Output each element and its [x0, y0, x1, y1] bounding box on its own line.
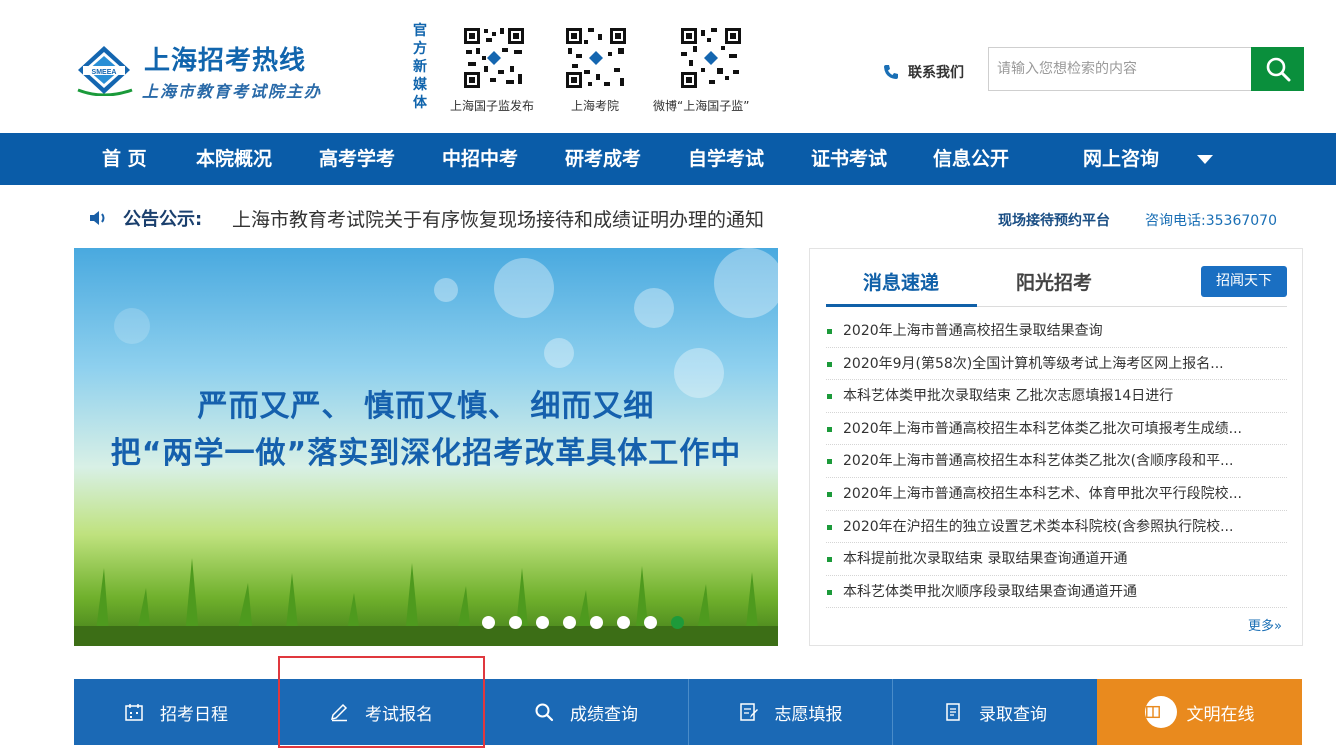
tab-news-express[interactable]: 消息速递	[863, 268, 939, 295]
main-nav: 首 页 本院概况 高考学考 中招中考 研考成考 自学考试 证书考试 信息公开 网…	[0, 133, 1336, 185]
news-item[interactable]: 2020年在沪招生的独立设置艺术类本科院校(含参照执行院校...	[826, 511, 1287, 544]
service-exam-schedule-button[interactable]: 招考日程	[74, 679, 278, 745]
hotline-text: 咨询电话:35367070	[1145, 213, 1277, 229]
news-item[interactable]: 本科提前批次录取结束 录取结果查询通道开通	[826, 543, 1287, 576]
carousel-dot[interactable]	[590, 616, 603, 629]
tab-active-underline	[826, 304, 977, 307]
qrcode-weibo-icon[interactable]	[679, 26, 743, 90]
nav-item-info-public[interactable]: 信息公开	[933, 133, 1009, 185]
service-civilized-online-button[interactable]: 文明在线	[1097, 679, 1302, 745]
nav-item-certificate[interactable]: 证书考试	[811, 133, 887, 185]
news-list: 2020年上海市普通高校招生录取结果查询 2020年9月(第58次)全国计算机等…	[826, 315, 1287, 609]
carousel-dots	[482, 616, 698, 629]
qrcode-guozijian-icon[interactable]	[462, 26, 526, 90]
banner-headline-2: 把“两学一做”落实到深化招考改革具体工作中	[110, 436, 742, 471]
notice-headline-link[interactable]: 上海市教育考试院关于有序恢复现场接待和成绩证明办理的通知	[232, 205, 764, 232]
search-icon	[1266, 57, 1290, 82]
svg-text:SMEEA: SMEEA	[92, 69, 117, 76]
logo-emblem-icon: SMEEA	[77, 46, 133, 96]
service-exam-registration-button[interactable]: 考试报名	[278, 679, 483, 745]
tab-sunshine-admission[interactable]: 阳光招考	[1016, 268, 1092, 295]
service-label: 招考日程	[160, 704, 228, 725]
banner-carousel[interactable]: 严而又严、 慎而又慎、 细而又细 把“两学一做”落实到深化招考改革具体工作中	[74, 248, 778, 646]
contact-us-label: 联系我们	[908, 65, 964, 81]
carousel-dot[interactable]	[509, 616, 522, 629]
pencil-icon	[330, 703, 348, 722]
qrcode-caption: 微博“上海国子监”	[653, 99, 750, 113]
search-icon	[535, 703, 554, 722]
nav-item-zhongkao[interactable]: 中招中考	[442, 133, 518, 185]
service-label: 考试报名	[365, 704, 433, 725]
news-item[interactable]: 2020年上海市普通高校招生录取结果查询	[826, 315, 1287, 348]
nav-item-about[interactable]: 本院概况	[196, 133, 272, 185]
search-box	[988, 47, 1251, 91]
news-item[interactable]: 本科艺体类甲批次录取结束 乙批次志愿填报14日进行	[826, 380, 1287, 413]
service-label: 成绩查询	[570, 704, 638, 725]
qrcode-caption: 上海考院	[571, 99, 620, 113]
news-panel: 消息速递 阳光招考 招闻天下 2020年上海市普通高校招生录取结果查询 2020…	[809, 248, 1303, 646]
service-label: 录取查询	[979, 704, 1047, 725]
notice-label: 公告公示:	[123, 209, 203, 230]
news-item[interactable]: 2020年上海市普通高校招生本科艺体类乙批次可填报考生成绩...	[826, 413, 1287, 446]
carousel-dot[interactable]	[644, 616, 657, 629]
reception-booking-link[interactable]: 现场接待预约平台	[998, 210, 1110, 230]
carousel-dot[interactable]	[536, 616, 549, 629]
edit-form-icon	[739, 703, 758, 721]
phone-icon	[884, 65, 898, 79]
search-input[interactable]	[989, 48, 1251, 90]
carousel-dot[interactable]	[563, 616, 576, 629]
nav-item-online-consult[interactable]: 网上咨询	[1083, 133, 1159, 185]
service-volunteer-form-button[interactable]: 志愿填报	[688, 679, 892, 745]
zhaowen-tianxia-button[interactable]: 招闻天下	[1201, 266, 1287, 297]
qrcode-caption: 上海国子监发布	[450, 99, 535, 113]
document-icon	[946, 703, 960, 721]
qrcode-kaoyuan-icon[interactable]	[564, 26, 628, 90]
book-icon	[1144, 696, 1177, 728]
nav-item-home[interactable]: 首 页	[102, 133, 147, 185]
logo-subtitle: 上海市教育考试院主办	[142, 82, 323, 101]
service-label: 文明在线	[1186, 704, 1255, 725]
nav-item-yankao[interactable]: 研考成考	[565, 133, 641, 185]
speaker-icon	[90, 211, 105, 225]
carousel-dot[interactable]	[617, 616, 630, 629]
service-score-query-button[interactable]: 成绩查询	[483, 679, 688, 745]
site-header: SMEEA 上海招考热线 上海市教育考试院主办 官方新媒体 上海国子监发布 上海…	[0, 0, 1336, 133]
news-item[interactable]: 2020年上海市普通高校招生本科艺体类乙批次(含顺序段和平...	[826, 445, 1287, 478]
carousel-dot-active[interactable]	[671, 616, 684, 629]
official-media-label: 官方新媒体	[413, 23, 427, 111]
nav-item-zixue[interactable]: 自学考试	[688, 133, 764, 185]
banner-headline-1: 严而又严、 慎而又慎、 细而又细	[197, 389, 655, 424]
contact-us-link[interactable]: 联系我们	[882, 62, 964, 82]
service-label: 志愿填报	[774, 704, 843, 725]
more-link[interactable]: 更多»	[1248, 615, 1282, 634]
news-item[interactable]: 2020年9月(第58次)全国计算机等级考试上海考区网上报名...	[826, 348, 1287, 381]
nav-dropdown-caret-icon[interactable]	[1197, 155, 1213, 164]
news-item[interactable]: 2020年上海市普通高校招生本科艺术、体育甲批次平行段院校...	[826, 478, 1287, 511]
service-admission-query-button[interactable]: 录取查询	[892, 679, 1097, 745]
grass-decoration	[74, 558, 778, 646]
news-item[interactable]: 本科艺体类甲批次顺序段录取结果查询通道开通	[826, 576, 1287, 609]
search-button[interactable]	[1251, 47, 1304, 91]
nav-item-gaokao[interactable]: 高考学考	[319, 133, 395, 185]
calendar-icon	[125, 704, 143, 721]
carousel-dot[interactable]	[482, 616, 495, 629]
logo-title: 上海招考热线	[144, 46, 307, 76]
site-logo[interactable]: SMEEA 上海招考热线 上海市教育考试院主办	[74, 40, 320, 101]
